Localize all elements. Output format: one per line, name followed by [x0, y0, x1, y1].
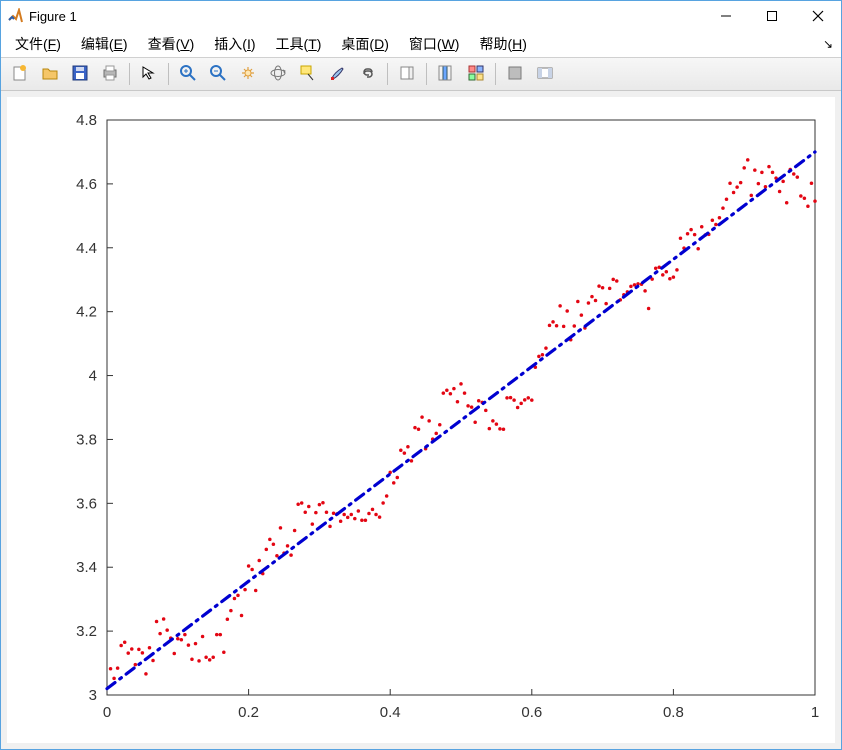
menu-help[interactable]: 帮助(H)	[471, 32, 534, 56]
hide-tools-button[interactable]	[501, 60, 529, 88]
ytick-label: 3.2	[76, 623, 97, 640]
zoom-out-icon	[209, 64, 227, 85]
legend-icon	[437, 64, 455, 85]
maximize-button[interactable]	[749, 1, 795, 31]
zoom-out-button[interactable]	[204, 60, 232, 88]
colorbar-icon	[398, 64, 416, 85]
menu-tools[interactable]: 工具(T)	[268, 32, 330, 56]
xtick-label: 0.6	[521, 704, 542, 721]
new-figure-button[interactable]	[6, 60, 34, 88]
matlab-icon	[7, 8, 23, 24]
new-figure-icon	[11, 64, 29, 85]
data-cursor-icon	[299, 64, 317, 85]
open-icon	[41, 64, 59, 85]
toolbar-separator	[129, 63, 130, 85]
ytick-label: 4.6	[76, 176, 97, 193]
brush-button[interactable]	[324, 60, 352, 88]
menu-edit[interactable]: 编辑(E)	[73, 32, 136, 56]
show-tools-icon	[536, 64, 554, 85]
ytick-label: 4	[89, 368, 97, 385]
colorbar-button[interactable]	[393, 60, 421, 88]
ytick-label: 3.4	[76, 559, 97, 576]
toolbar-separator	[426, 63, 427, 85]
edit-cursor-button[interactable]	[135, 60, 163, 88]
brush-icon	[329, 64, 347, 85]
ytick-label: 3.8	[76, 431, 97, 448]
plot-tools-button[interactable]	[462, 60, 490, 88]
toolbar-separator	[495, 63, 496, 85]
print-button[interactable]	[96, 60, 124, 88]
window-title: Figure 1	[29, 9, 77, 24]
link-icon	[359, 64, 377, 85]
titlebar: Figure 1	[1, 1, 841, 31]
ytick-label: 3	[89, 687, 97, 704]
menubar: 文件(F) 编辑(E) 查看(V) 插入(I) 工具(T) 桌面(D) 窗口(W…	[1, 31, 841, 57]
xtick-label: 0.4	[380, 704, 401, 721]
ytick-label: 4.4	[76, 240, 97, 257]
xtick-label: 0.2	[238, 704, 259, 721]
pan-icon	[239, 64, 257, 85]
edit-cursor-icon	[140, 64, 158, 85]
save-icon	[71, 64, 89, 85]
rotate-3d-button[interactable]	[264, 60, 292, 88]
link-button[interactable]	[354, 60, 382, 88]
xtick-label: 0.8	[663, 704, 684, 721]
data-cursor-button[interactable]	[294, 60, 322, 88]
menu-overflow-icon[interactable]: ↘	[823, 37, 833, 51]
menu-window[interactable]: 窗口(W)	[401, 32, 468, 56]
pan-button[interactable]	[234, 60, 262, 88]
print-icon	[101, 64, 119, 85]
axes[interactable]: 0 0.2 0.4 0.6 0.8 1 3 3.2 3.4 3.6 3.8 4 4.2 4.4 4.6 4.8	[7, 97, 835, 743]
axes-box	[107, 120, 815, 695]
minimize-button[interactable]	[703, 1, 749, 31]
show-tools-button[interactable]	[531, 60, 559, 88]
figure-client-area: 0 0.2 0.4 0.6 0.8 1 3 3.2 3.4 3.6 3.8 4 4.2 4.4 4.6 4.8	[1, 91, 841, 749]
xtick-label: 1	[811, 704, 819, 721]
hide-tools-icon	[506, 64, 524, 85]
menu-view[interactable]: 查看(V)	[140, 32, 203, 56]
rotate-3d-icon	[269, 64, 287, 85]
toolbar-separator	[387, 63, 388, 85]
close-button[interactable]	[795, 1, 841, 31]
zoom-in-icon	[179, 64, 197, 85]
plot-tools-icon	[467, 64, 485, 85]
zoom-in-button[interactable]	[174, 60, 202, 88]
xtick-label: 0	[103, 704, 111, 721]
save-button[interactable]	[66, 60, 94, 88]
toolbar	[1, 57, 841, 91]
ytick-label: 4.8	[76, 112, 97, 129]
ytick-label: 3.6	[76, 495, 97, 512]
ytick-label: 4.2	[76, 304, 97, 321]
legend-button[interactable]	[432, 60, 460, 88]
menu-file[interactable]: 文件(F)	[7, 32, 69, 56]
menu-desktop[interactable]: 桌面(D)	[333, 32, 396, 56]
figure-window: Figure 1 文件(F) 编辑(E) 查看(V) 插入(I) 工具(T) 桌…	[0, 0, 842, 750]
menu-insert[interactable]: 插入(I)	[206, 32, 263, 56]
toolbar-separator	[168, 63, 169, 85]
open-button[interactable]	[36, 60, 64, 88]
